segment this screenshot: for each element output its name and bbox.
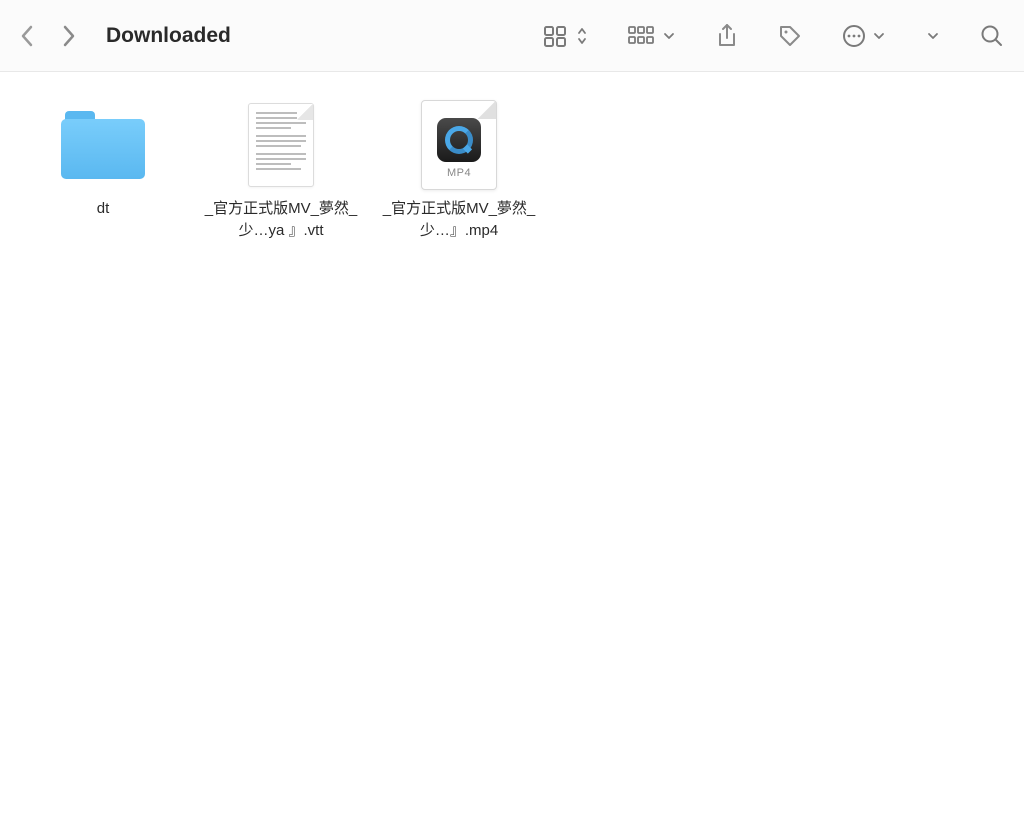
nav-arrows [20, 25, 76, 47]
file-name-label: _官方正式版MV_夢然_少…』.mp4 [379, 198, 539, 242]
group-icon [628, 26, 656, 46]
mp4-file-icon: MP4 [414, 100, 504, 190]
forward-button[interactable] [62, 25, 76, 47]
quicktime-icon [437, 118, 481, 162]
toolbar-actions [544, 23, 1004, 49]
share-button[interactable] [716, 23, 738, 49]
folder-icon [58, 100, 148, 190]
folder-title: Downloaded [106, 24, 231, 48]
file-name-label: dt [97, 198, 110, 220]
file-grid: dt _官方正式版MV_夢然_少…ya 』.vtt [0, 72, 1024, 270]
back-button[interactable] [20, 25, 34, 47]
chevron-down-icon [662, 31, 676, 41]
more-button[interactable] [842, 24, 886, 48]
tag-icon [778, 24, 802, 48]
text-file-icon [236, 100, 326, 190]
tags-button[interactable] [778, 24, 802, 48]
grid-icon [544, 25, 570, 47]
dropdown-button[interactable] [926, 31, 940, 41]
folder-item[interactable]: dt [18, 100, 188, 220]
chevron-left-icon [20, 25, 34, 47]
text-file-item[interactable]: _官方正式版MV_夢然_少…ya 』.vtt [196, 100, 366, 242]
search-icon [980, 24, 1004, 48]
chevron-right-icon [62, 25, 76, 47]
updown-chevron-icon [576, 27, 588, 45]
chevron-down-icon [872, 31, 886, 41]
toolbar: Downloaded [0, 0, 1024, 72]
mp4-file-item[interactable]: MP4 _官方正式版MV_夢然_少…』.mp4 [374, 100, 544, 242]
view-icon-button[interactable] [544, 25, 588, 47]
search-button[interactable] [980, 24, 1004, 48]
more-circle-icon [842, 24, 866, 48]
group-button[interactable] [628, 26, 676, 46]
file-name-label: _官方正式版MV_夢然_少…ya 』.vtt [201, 198, 361, 242]
share-icon [716, 23, 738, 49]
chevron-down-icon [926, 31, 940, 41]
mp4-badge-label: MP4 [447, 167, 471, 179]
